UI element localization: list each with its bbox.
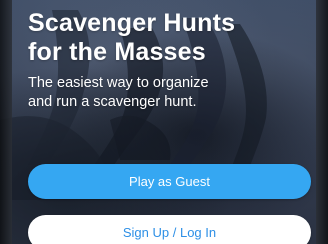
play-as-guest-button[interactable]: Play as Guest — [28, 164, 311, 199]
sign-up-log-in-button[interactable]: Sign Up / Log In — [28, 215, 311, 244]
device-bezel-right — [316, 0, 328, 244]
hero-subtitle-line-2: and run a scavenger hunt. — [28, 94, 197, 110]
app-screen: Scavenger Hunts for the Masses The easie… — [0, 0, 328, 244]
device-bezel-left — [0, 0, 12, 244]
hero-title-line-1: Scavenger Hunts — [28, 9, 236, 37]
hero-title-line-2: for the Masses — [28, 38, 206, 66]
hero-subtitle-line-1: The easiest way to organize — [28, 75, 209, 91]
hero-subtitle: The easiest way to organize and run a sc… — [28, 74, 268, 112]
hero-title: Scavenger Hunts for the Masses — [28, 9, 298, 67]
